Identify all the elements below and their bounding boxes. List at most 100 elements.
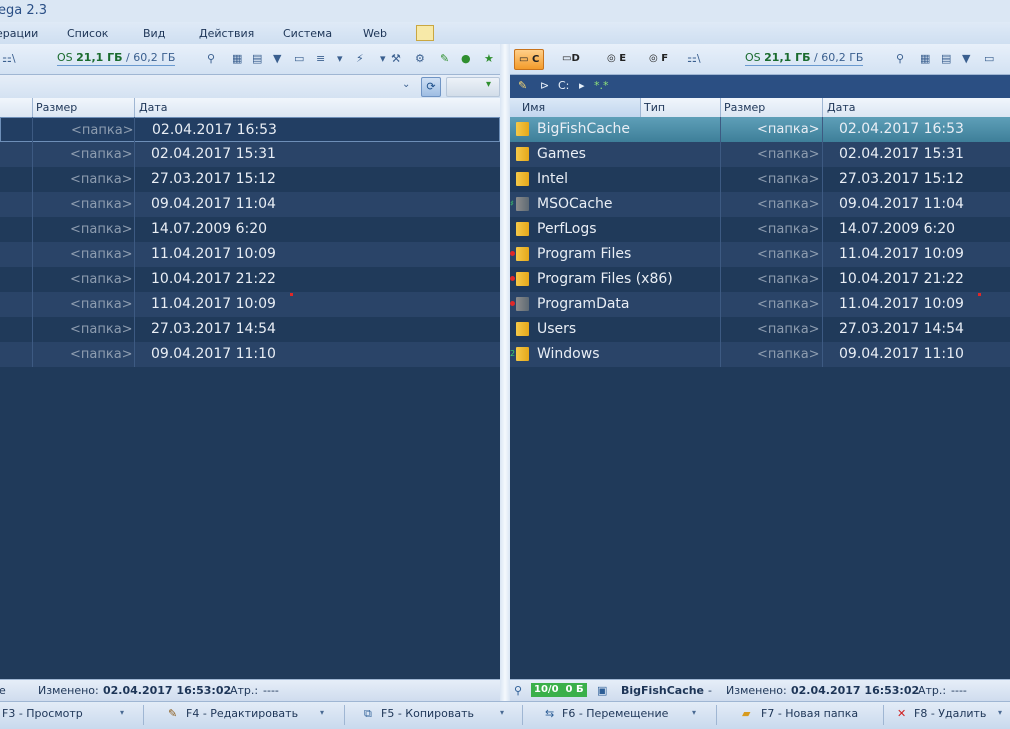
status-changed-value: 02.04.2017 16:53:02 [791,684,920,697]
file-row[interactable]: PerfLogs <папка> 14.07.2009 6:20 [510,217,1010,242]
f4-edit-button[interactable]: F4 - Редактировать [186,707,298,725]
refresh-icon[interactable]: ⟳ [421,77,441,97]
path-drive[interactable]: C: [558,79,569,92]
edit-path-icon[interactable]: ✎ [518,79,527,92]
menu-view[interactable]: Вид [143,27,165,40]
search-icon[interactable]: ⚲ [207,52,215,65]
view-icon[interactable]: ▭ [984,52,994,65]
column-divider[interactable] [822,98,823,117]
compare-icon[interactable]: ⚡ [356,52,364,65]
menu-list[interactable]: Список [67,27,108,40]
column-type[interactable]: Тип [644,101,665,114]
column-divider[interactable] [720,98,721,117]
view-icon[interactable]: ▭ [294,52,304,65]
f7-new-folder-button[interactable]: F7 - Новая папка [761,707,858,725]
f8-delete-button[interactable]: F8 - Удалить [914,707,986,725]
tools-icon[interactable]: ⚙ [415,52,425,65]
file-row[interactable]: Intel <папка> 27.03.2017 15:12 [510,167,1010,192]
path-mask[interactable]: *.* [594,79,609,92]
column-divider[interactable] [32,98,33,117]
file-row[interactable]: <папка> 02.04.2017 15:31 [0,142,500,167]
new-tab-icon[interactable] [416,25,434,41]
filter-icon[interactable]: ▼ [962,52,970,65]
row-date: 02.04.2017 16:53 [839,121,964,137]
file-row[interactable]: BigFishCache <папка> 02.04.2017 16:53 [510,117,1010,142]
tree-icon[interactable]: ▤ [941,52,951,65]
search-icon[interactable]: ⚲ [896,52,904,65]
history-buttons[interactable] [446,77,500,97]
file-row[interactable]: ProgramData <папка> 11.04.2017 10:09 [510,292,1010,317]
file-row[interactable]: Program Files <папка> 11.04.2017 10:09 [510,242,1010,267]
file-row[interactable]: ♯ MSOCache <папка> 09.04.2017 11:04 [510,192,1010,217]
menu-web[interactable]: Web [363,27,387,40]
file-row[interactable]: Users <папка> 27.03.2017 14:54 [510,317,1010,342]
file-row[interactable]: <папка> 27.03.2017 14:54 [0,317,500,342]
row-type: <папка> [757,147,820,162]
file-row[interactable]: <папка> 11.04.2017 10:09 [0,292,500,317]
filter-icon[interactable]: ▼ [273,52,281,65]
file-row[interactable]: <папка> 11.04.2017 10:09 [0,242,500,267]
left-file-panel[interactable]: <папка> 09.04.2017 11:10 <папка> 27.03.2017… [0,117,500,679]
panel-splitter[interactable] [500,44,510,706]
left-status-bar: е Изменено: 02.04.2017 16:53:02 Атр.: --… [0,679,500,701]
divider [344,705,345,725]
drive-f-button[interactable]: ◎ F [645,49,672,68]
network-icon[interactable]: ⚏\ [687,52,701,65]
sort-icon[interactable]: ▦ [920,52,930,65]
row-type: <папка> [71,123,134,138]
sort-icon[interactable]: ▦ [232,52,242,65]
column-date[interactable]: Дата [139,101,167,114]
row-type: <папка> [757,222,820,237]
drive-e-label: E [619,53,627,64]
run-icon[interactable]: ● [461,52,471,65]
menu-system[interactable]: Система [283,27,332,40]
file-row[interactable]: <папка> 27.03.2017 15:12 [0,167,500,192]
f6-move-button[interactable]: F6 - Перемещение [562,707,668,725]
chevron-down-icon[interactable]: ▾ [486,79,491,90]
column-date[interactable]: Дата [827,101,855,114]
file-row[interactable]: Games <папка> 02.04.2017 15:31 [510,142,1010,167]
dropdown-arrow-icon[interactable]: ▾ [380,52,386,65]
column-name[interactable]: Имя [522,101,545,114]
chevron-down-icon[interactable]: ▾ [120,708,124,717]
search-icon[interactable]: ⚲ [514,684,522,697]
chevron-down-icon[interactable]: ▾ [998,708,1002,717]
drive-c-button[interactable]: ▭ C [514,49,545,70]
f5-copy-button[interactable]: F5 - Копировать [381,707,474,725]
file-row[interactable]: <папка> 14.07.2009 6:20 [0,217,500,242]
folder-icon [516,297,529,311]
status-attr-value: ---- [951,684,967,697]
right-total-space: 60,2 ГБ [821,51,864,64]
tree-icon[interactable]: ▤ [252,52,262,65]
column-divider[interactable] [640,98,641,117]
favorite-icon[interactable]: ★ [484,52,494,65]
row-name: ProgramData [537,296,630,312]
file-row[interactable]: <папка> 02.04.2017 16:53 [0,117,500,142]
drive-d-button[interactable]: ▭D [558,49,584,68]
columns-icon[interactable]: ≡ [316,52,325,65]
row-date: 27.03.2017 15:12 [839,171,964,187]
network-icon[interactable]: ⚏\ [2,52,16,65]
column-size[interactable]: Размер [724,101,765,114]
menu-operations[interactable]: ерации [0,27,38,40]
status-dash: - [708,684,712,697]
drive-e-button[interactable]: ◎ E [603,49,630,68]
dropdown-arrow-icon[interactable]: ▾ [337,52,343,65]
file-row[interactable]: Program Files (x86) <папка> 10.04.2017 21:… [510,267,1010,292]
file-row[interactable]: 2 Windows <папка> 09.04.2017 11:10 [510,342,1010,367]
menu-actions[interactable]: Действия [199,27,254,40]
edit-icon[interactable]: ✎ [440,52,449,65]
chevron-down-icon[interactable]: ▾ [320,708,324,717]
f3-view-button[interactable]: F3 - Просмотр [2,707,83,725]
new-folder-icon: ▰ [742,707,751,720]
column-size[interactable]: Размер [36,101,77,114]
right-file-panel[interactable]: 2 Windows <папка> 09.04.2017 11:10 Users <пап… [510,117,1010,679]
chevron-down-icon[interactable]: ⌄ [402,79,410,90]
chevron-down-icon[interactable]: ▾ [692,708,696,717]
file-row[interactable]: <папка> 09.04.2017 11:10 [0,342,500,367]
column-divider[interactable] [134,98,135,117]
file-row[interactable]: <папка> 10.04.2017 21:22 [0,267,500,292]
file-row[interactable]: <папка> 09.04.2017 11:04 [0,192,500,217]
sync-icon[interactable]: ⚒ [391,52,401,65]
chevron-down-icon[interactable]: ▾ [500,708,504,717]
